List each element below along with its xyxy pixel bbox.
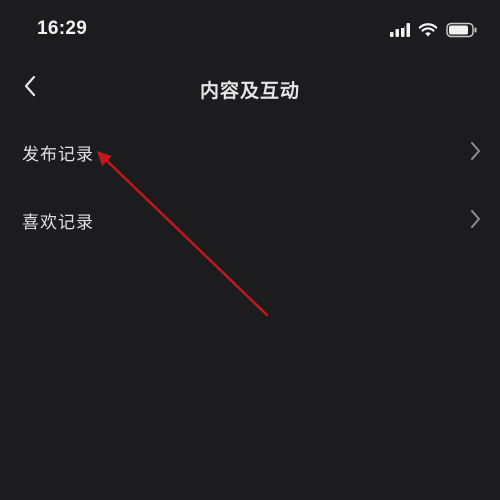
chevron-right-icon [471, 142, 480, 160]
nav-bar: 内容及互动 [0, 60, 500, 116]
menu-item-label: 喜欢记录 [22, 213, 94, 233]
menu-item-label: 发布记录 [22, 145, 94, 165]
wifi-icon [418, 23, 438, 37]
page-title: 内容及互动 [199, 80, 300, 102]
menu-list: 发布记录 喜欢记录 [0, 118, 500, 254]
chevron-right-icon [471, 210, 480, 228]
status-time: 16:29 [37, 18, 88, 39]
signal-icon [390, 23, 410, 37]
menu-item-publish-records[interactable]: 发布记录 [0, 118, 500, 186]
menu-item-liked-records[interactable]: 喜欢记录 [0, 186, 500, 254]
status-bar: 16:29 [0, 0, 500, 60]
status-icons [390, 20, 478, 40]
battery-icon [446, 22, 477, 38]
